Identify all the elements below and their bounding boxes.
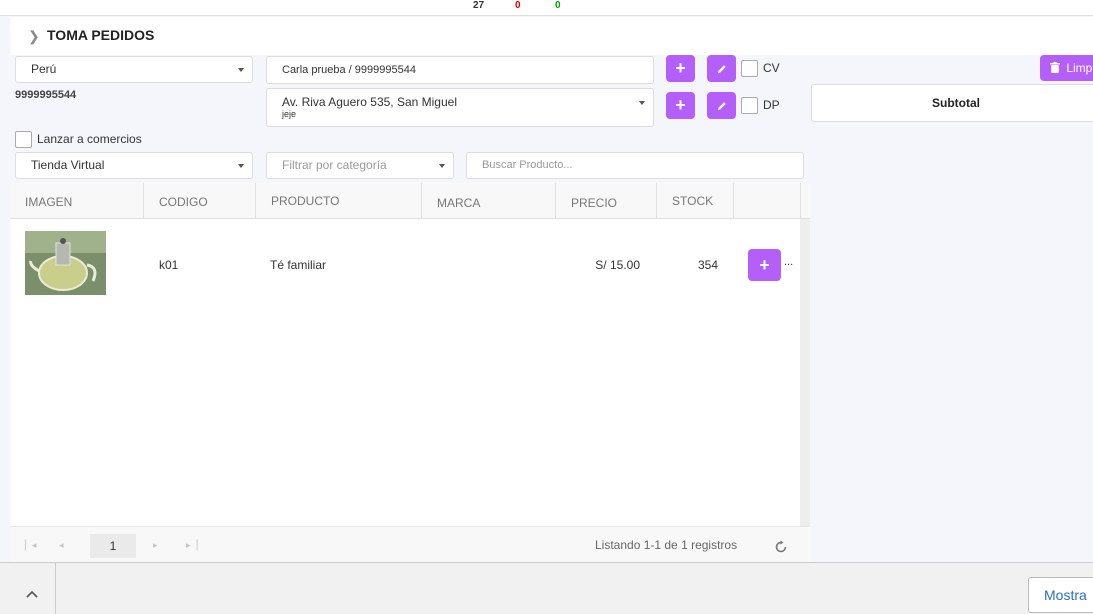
counter-total: 27 — [473, 0, 485, 11]
vertical-scrollbar[interactable] — [800, 219, 810, 526]
column-imagen[interactable]: IMAGEN — [10, 183, 144, 219]
table-header: IMAGEN CODIGO PRODUCTO MARCA PRECIO STOC… — [10, 183, 810, 219]
top-status-bar: 27 0 0 — [0, 0, 1093, 16]
table-row[interactable]: k01 Té familiar S/ 15.00 354 + ... — [10, 220, 800, 310]
subtotal-box: Subtotal — [811, 84, 1093, 122]
pencil-icon — [717, 101, 726, 110]
pencil-icon — [717, 64, 726, 73]
page-number[interactable]: 1 — [90, 534, 136, 558]
prev-page-icon[interactable]: ◂ — [59, 540, 64, 551]
row-more[interactable]: ... — [784, 256, 793, 268]
chevron-right-icon[interactable]: ❯ — [28, 28, 40, 45]
store-value: Tienda Virtual — [31, 158, 105, 172]
row-code: k01 — [159, 258, 179, 272]
caret-down-icon — [238, 163, 244, 168]
table-pager: ▏◂ ◂ 1 ▸ ▸▕ Listando 1-1 de 1 registros — [10, 526, 810, 563]
search-placeholder: Buscar Producto... — [482, 159, 573, 171]
column-actions — [734, 183, 801, 219]
row-product: Té familiar — [270, 258, 327, 272]
client-value: Carla prueba / 9999995544 — [282, 64, 416, 76]
category-placeholder: Filtrar por categoría — [282, 158, 387, 172]
lanzar-label: Lanzar a comercios — [37, 132, 142, 146]
row-price: S/ 15.00 — [595, 258, 640, 272]
teapot-thumbnail — [25, 231, 106, 295]
caret-down-icon — [639, 101, 645, 105]
column-codigo[interactable]: CODIGO — [144, 183, 256, 219]
subtotal-label: Subtotal — [932, 96, 980, 110]
plus-icon: + — [759, 254, 770, 275]
store-select[interactable]: Tienda Virtual — [15, 152, 253, 179]
country-select[interactable]: Perú — [15, 56, 253, 83]
column-stock[interactable]: STOCK — [657, 183, 734, 219]
cv-checkbox[interactable] — [741, 60, 758, 77]
caret-down-icon — [238, 67, 244, 72]
column-producto[interactable]: PRODUCTO — [256, 183, 422, 219]
address-line1: Av. Riva Aguero 535, San Miguel — [282, 95, 457, 109]
add-to-cart-button[interactable]: + — [748, 249, 781, 281]
chevron-up-icon — [26, 590, 38, 598]
add-client-button[interactable]: + — [666, 55, 695, 82]
clear-label: Limp — [1066, 61, 1093, 75]
address-line2: jeje — [282, 109, 297, 119]
address-select[interactable]: Av. Riva Aguero 535, San Miguel jeje — [266, 88, 654, 127]
cv-label: CV — [763, 61, 780, 75]
last-page-icon[interactable]: ▸▕ — [186, 540, 197, 551]
column-precio[interactable]: PRECIO — [556, 183, 657, 219]
counter-green: 0 — [555, 0, 561, 11]
caret-down-icon — [439, 163, 445, 168]
client-field[interactable]: Carla prueba / 9999995544 — [266, 56, 654, 84]
counter-red: 0 — [515, 0, 521, 11]
show-label: Mostra — [1044, 587, 1087, 603]
dp-checkbox[interactable] — [741, 97, 758, 114]
edit-address-button[interactable] — [707, 92, 736, 119]
edit-client-button[interactable] — [707, 55, 736, 82]
plus-icon: + — [675, 58, 686, 78]
add-address-button[interactable]: + — [666, 92, 695, 119]
column-marca[interactable]: MARCA — [422, 183, 556, 219]
category-select[interactable]: Filtrar por categoría — [266, 152, 454, 179]
products-table: IMAGEN CODIGO PRODUCTO MARCA PRECIO STOC… — [10, 183, 810, 563]
plus-icon: + — [675, 95, 686, 115]
country-value: Perú — [31, 62, 57, 76]
refresh-icon[interactable] — [774, 540, 788, 554]
first-page-icon[interactable]: ▏◂ — [25, 540, 36, 551]
next-page-icon[interactable]: ▸ — [153, 540, 158, 551]
lanzar-checkbox[interactable] — [15, 131, 32, 148]
clear-button[interactable]: Limp — [1040, 55, 1093, 81]
collapse-toggle[interactable] — [0, 563, 56, 614]
phone-text: 9999995544 — [15, 89, 77, 101]
row-stock: 354 — [697, 258, 718, 272]
trash-icon — [1050, 62, 1060, 73]
dp-label: DP — [763, 98, 780, 112]
pager-info: Listando 1-1 de 1 registros — [595, 538, 738, 552]
bottom-bar: Mostra — [0, 562, 1093, 614]
show-button[interactable]: Mostra — [1028, 577, 1093, 613]
search-product-input[interactable]: Buscar Producto... — [466, 152, 804, 179]
page-header: ❯ TOMA PEDIDOS — [10, 17, 1093, 55]
page-title: TOMA PEDIDOS — [47, 27, 155, 43]
